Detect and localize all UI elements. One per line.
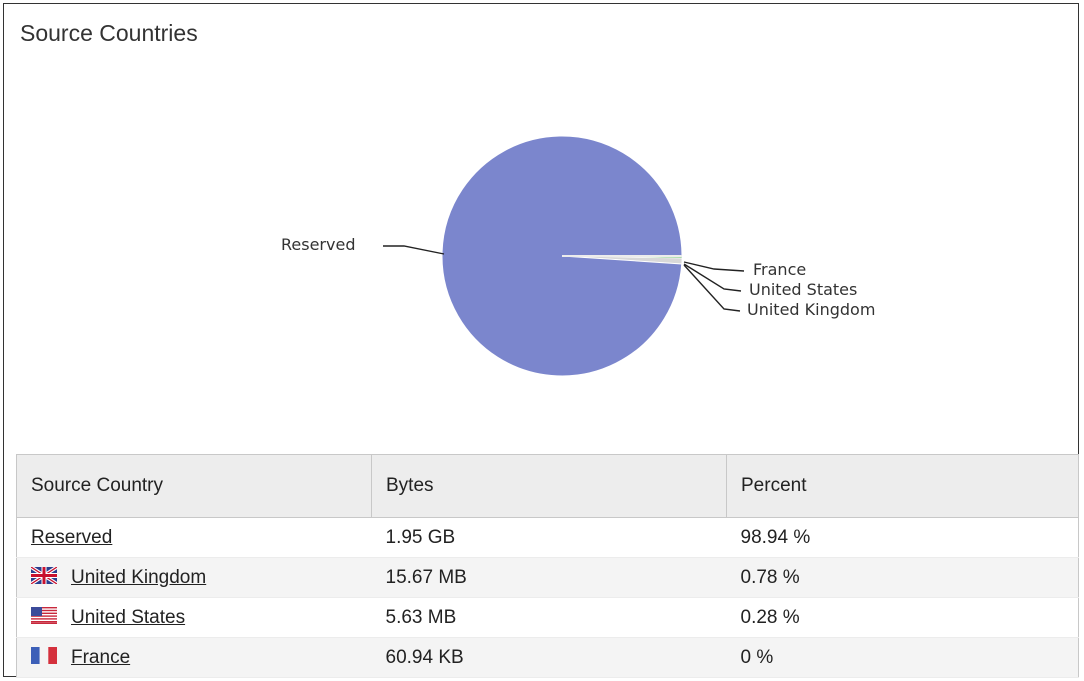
table-row: United States 5.63 MB 0.28 % — [16, 598, 1079, 638]
leader-united-kingdom — [683, 264, 741, 312]
pie-label-united-kingdom: United Kingdom — [747, 300, 875, 319]
country-cell: United Kingdom — [17, 558, 372, 598]
source-countries-panel: Source Countries Reserved France United … — [3, 3, 1079, 678]
pie-slices — [441, 135, 683, 377]
country-link-united-kingdom[interactable]: United Kingdom — [71, 567, 206, 588]
country-cell: Reserved — [17, 518, 372, 558]
percent-cell: 98.94 % — [740, 526, 811, 548]
pie-label-united-states: United States — [749, 280, 857, 299]
table-row: United Kingdom 15.67 MB 0.78 % — [16, 557, 1079, 598]
header-percent[interactable]: Percent — [726, 454, 1079, 518]
pie-chart: Reserved France United States United Kin… — [281, 135, 875, 377]
country-link-reserved[interactable]: Reserved — [31, 527, 112, 548]
table-header-row: Source Country Bytes Percent — [16, 454, 1079, 518]
bytes-cell: 5.63 MB — [385, 606, 457, 628]
france-flag-icon — [31, 646, 57, 664]
percent-cell: 0.28 % — [740, 606, 800, 628]
bytes-cell: 1.95 GB — [385, 526, 456, 548]
header-bytes[interactable]: Bytes — [371, 454, 727, 518]
us-flag-icon — [31, 606, 57, 624]
country-cell: France — [17, 638, 372, 678]
table-row: France 60.94 KB 0 % — [16, 637, 1079, 678]
percent-cell: 0.78 % — [740, 566, 800, 588]
country-link-france[interactable]: France — [71, 647, 130, 668]
percent-cell: 0 % — [740, 646, 774, 668]
country-link-united-states[interactable]: United States — [71, 607, 185, 628]
leader-reserved — [383, 245, 445, 255]
pie-label-reserved: Reserved — [281, 235, 355, 254]
source-countries-table: Source Country Bytes Percent Reserved 1.… — [16, 454, 1079, 678]
bytes-cell: 60.94 KB — [385, 646, 464, 668]
pie-label-france: France — [753, 260, 806, 279]
table-row: Reserved 1.95 GB 98.94 % — [16, 518, 1079, 558]
country-cell: United States — [17, 598, 372, 638]
uk-flag-icon — [31, 566, 57, 584]
header-source-country[interactable]: Source Country — [16, 454, 372, 518]
bytes-cell: 15.67 MB — [385, 566, 467, 588]
